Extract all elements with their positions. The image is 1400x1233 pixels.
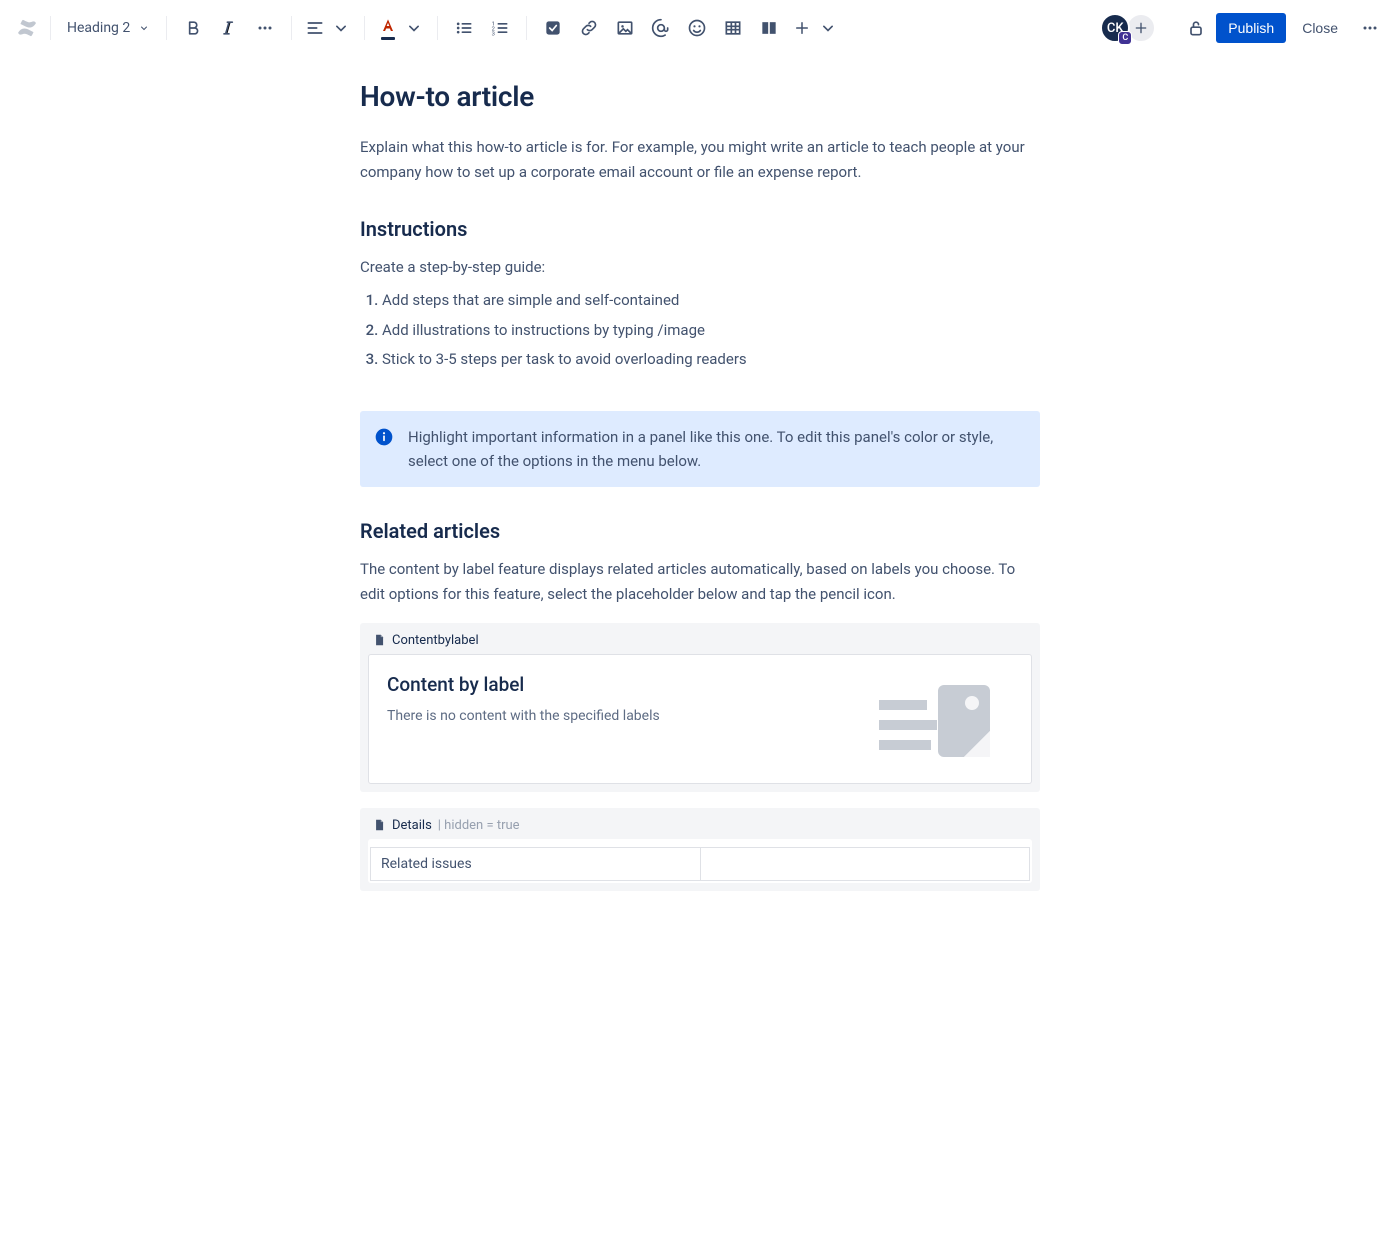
italic-button[interactable]: [213, 12, 245, 44]
plus-icon: [1133, 20, 1149, 36]
insert-button[interactable]: [789, 12, 815, 44]
layouts-button[interactable]: [753, 12, 785, 44]
presence-badge: C: [1118, 31, 1132, 45]
table-cell-value[interactable]: [700, 847, 1030, 880]
related-intro[interactable]: The content by label feature displays re…: [360, 557, 1040, 607]
table-row[interactable]: Related issues: [371, 847, 1030, 880]
instructions-intro[interactable]: Create a step-by-step guide:: [360, 255, 1040, 280]
link-button[interactable]: [573, 12, 605, 44]
more-formatting-button[interactable]: [249, 12, 281, 44]
document-icon: [372, 633, 386, 647]
separator: [166, 16, 167, 40]
publish-button[interactable]: Publish: [1216, 13, 1286, 43]
text-style-label: Heading 2: [67, 20, 130, 36]
text-color-dropdown[interactable]: [401, 12, 427, 44]
text-color-button[interactable]: [375, 12, 401, 44]
list-item[interactable]: Add illustrations to instructions by typ…: [382, 319, 1040, 342]
related-heading[interactable]: Related articles: [360, 519, 1040, 543]
steps-list[interactable]: Add steps that are simple and self-conta…: [382, 289, 1040, 371]
macro-name: Contentbylabel: [392, 633, 479, 648]
info-panel-text[interactable]: Highlight important information in a pan…: [408, 425, 1024, 473]
text-a-icon: [378, 16, 398, 36]
more-actions-button[interactable]: [1354, 12, 1386, 44]
info-icon: [374, 427, 394, 447]
macro-name: Details: [392, 818, 432, 833]
macro-header: Details | hidden = true: [368, 816, 1032, 839]
editor-toolbar: Heading 2 123: [0, 0, 1400, 56]
restrictions-button[interactable]: [1180, 12, 1212, 44]
close-button[interactable]: Close: [1290, 13, 1350, 43]
confluence-logo: [14, 15, 40, 41]
instructions-heading[interactable]: Instructions: [360, 217, 1040, 241]
emoji-button[interactable]: [681, 12, 713, 44]
label-art-icon: [879, 665, 1019, 775]
bold-button[interactable]: [177, 12, 209, 44]
text-align-dropdown[interactable]: [328, 12, 354, 44]
macro-body[interactable]: Content by label There is no content wit…: [368, 654, 1032, 784]
macro-body[interactable]: Related issues: [368, 839, 1032, 883]
details-table[interactable]: Related issues: [370, 847, 1030, 881]
svg-text:3: 3: [492, 32, 495, 38]
image-button[interactable]: [609, 12, 641, 44]
separator: [50, 16, 51, 40]
bullet-list-button[interactable]: [448, 12, 480, 44]
separator: [364, 16, 365, 40]
chevron-down-icon: [138, 22, 150, 34]
editor-document[interactable]: How-to article Explain what this how-to …: [350, 80, 1050, 891]
chevron-down-icon: [331, 18, 351, 38]
list-item[interactable]: Stick to 3-5 steps per task to avoid ove…: [382, 348, 1040, 371]
page-title[interactable]: How-to article: [360, 80, 1040, 113]
table-cell-label[interactable]: Related issues: [371, 847, 701, 880]
insert-dropdown[interactable]: [815, 12, 841, 44]
list-item[interactable]: Add steps that are simple and self-conta…: [382, 289, 1040, 312]
text-style-select[interactable]: Heading 2: [61, 16, 156, 40]
numbered-list-button[interactable]: 123: [484, 12, 516, 44]
action-item-button[interactable]: [537, 12, 569, 44]
separator: [437, 16, 438, 40]
avatar-stack: CK C: [1100, 13, 1156, 43]
chevron-down-icon: [404, 18, 424, 38]
details-macro[interactable]: Details | hidden = true Related issues: [360, 808, 1040, 891]
table-button[interactable]: [717, 12, 749, 44]
text-align-button[interactable]: [302, 12, 328, 44]
document-icon: [372, 818, 386, 832]
intro-paragraph[interactable]: Explain what this how-to article is for.…: [360, 135, 1040, 185]
info-panel[interactable]: Highlight important information in a pan…: [360, 411, 1040, 487]
current-user-avatar[interactable]: CK C: [1100, 13, 1130, 43]
content-by-label-macro[interactable]: Contentbylabel Content by label There is…: [360, 623, 1040, 792]
separator: [291, 16, 292, 40]
separator: [526, 16, 527, 40]
chevron-down-icon: [818, 18, 838, 38]
macro-meta: | hidden = true: [438, 818, 520, 833]
macro-header: Contentbylabel: [368, 631, 1032, 654]
mention-button[interactable]: [645, 12, 677, 44]
